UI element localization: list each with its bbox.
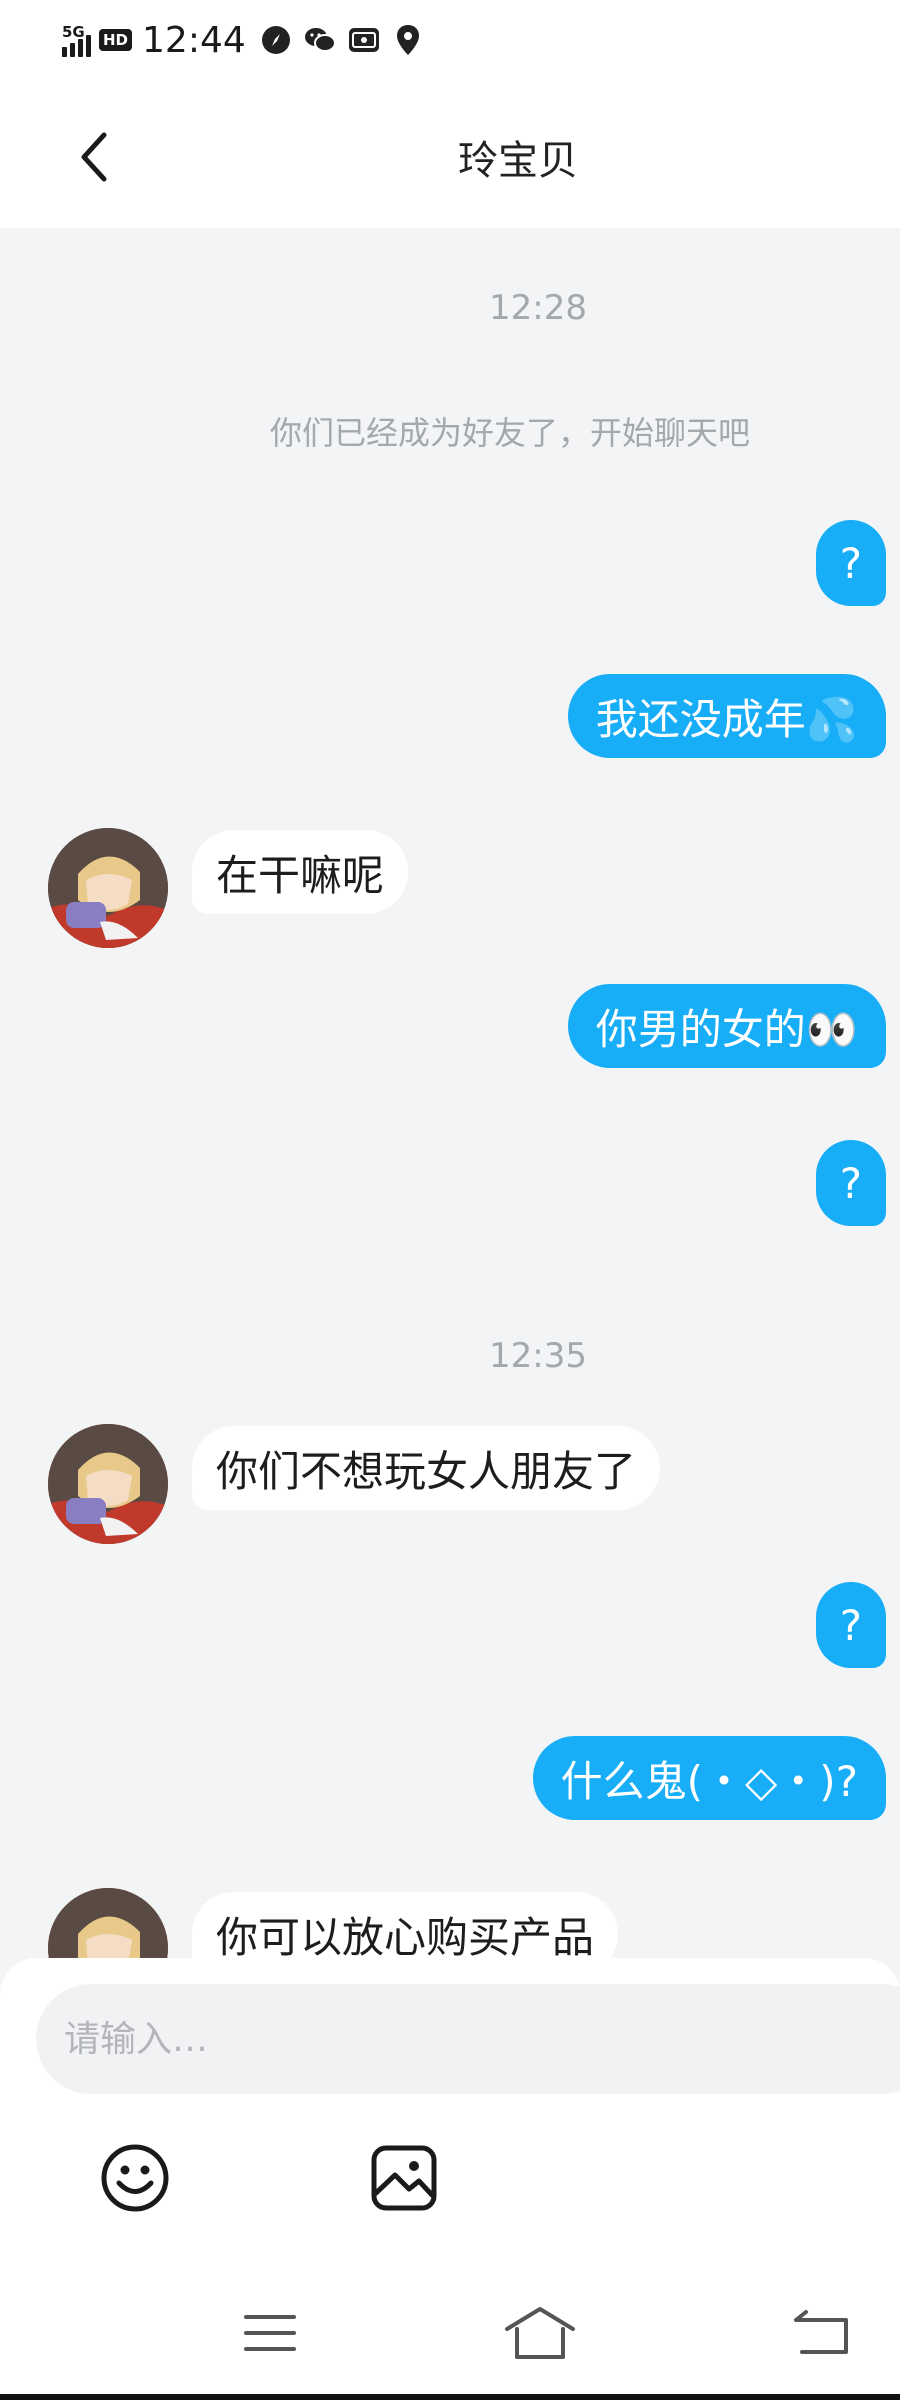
sent-message[interactable]: ? bbox=[815, 1140, 886, 1226]
image-icon bbox=[371, 2145, 437, 2211]
hd-badge: HD bbox=[99, 29, 133, 51]
message-input[interactable] bbox=[36, 1984, 900, 2094]
message-timestamp: 12:28 bbox=[489, 288, 587, 328]
home-icon bbox=[505, 2307, 575, 2359]
message-timestamp: 12:35 bbox=[489, 1336, 587, 1376]
avatar[interactable] bbox=[48, 1888, 168, 1958]
status-time: 12:44 bbox=[142, 19, 246, 61]
status-bar: 5G HD 12:44 bbox=[0, 0, 900, 80]
chat-screen: 5G HD 12:44 玲宝贝 12:28 你们已经成为好友了，开始聊天吧 ? … bbox=[0, 0, 900, 2400]
home-button[interactable] bbox=[500, 2298, 580, 2368]
network-type: 5G bbox=[62, 23, 85, 41]
menu-button[interactable] bbox=[230, 2298, 310, 2368]
system-nav-bar bbox=[0, 2258, 900, 2400]
sent-message[interactable]: 什么鬼(・◇・)? bbox=[532, 1736, 886, 1820]
received-message[interactable]: 在干嘛呢 bbox=[192, 830, 409, 914]
image-button[interactable] bbox=[364, 2138, 444, 2218]
menu-icon bbox=[244, 2315, 296, 2351]
sent-message[interactable]: ? bbox=[815, 1582, 886, 1668]
smiley-icon bbox=[101, 2144, 169, 2212]
wechat-icon bbox=[304, 24, 336, 56]
system-notice: 你们已经成为好友了，开始聊天吧 bbox=[270, 414, 751, 452]
map-pin-icon bbox=[392, 24, 424, 56]
avatar[interactable] bbox=[48, 828, 168, 948]
received-message[interactable]: 你们不想玩女人朋友了 bbox=[192, 1426, 661, 1510]
nav-back-button[interactable] bbox=[782, 2298, 862, 2368]
received-message[interactable]: 你可以放心购买产品 bbox=[192, 1892, 619, 1958]
sent-message[interactable]: ? bbox=[815, 520, 886, 606]
emoji-button[interactable] bbox=[95, 2138, 175, 2218]
signal-icon: 5G bbox=[62, 23, 91, 57]
back-icon bbox=[794, 2310, 848, 2354]
avatar[interactable] bbox=[48, 1424, 168, 1544]
composer-panel bbox=[0, 1958, 900, 2258]
chat-header: 玲宝贝 bbox=[0, 80, 900, 228]
compass-icon bbox=[260, 24, 292, 56]
message-list[interactable]: 12:28 你们已经成为好友了，开始聊天吧 ? 我还没成年💦 在干嘛呢 你男的女… bbox=[0, 228, 900, 1958]
chat-title: 玲宝贝 bbox=[458, 138, 578, 184]
gallery-icon bbox=[348, 24, 380, 56]
sent-message[interactable]: 我还没成年💦 bbox=[567, 674, 886, 758]
bottom-edge bbox=[0, 2394, 900, 2400]
sent-message[interactable]: 你男的女的👀 bbox=[567, 984, 886, 1068]
